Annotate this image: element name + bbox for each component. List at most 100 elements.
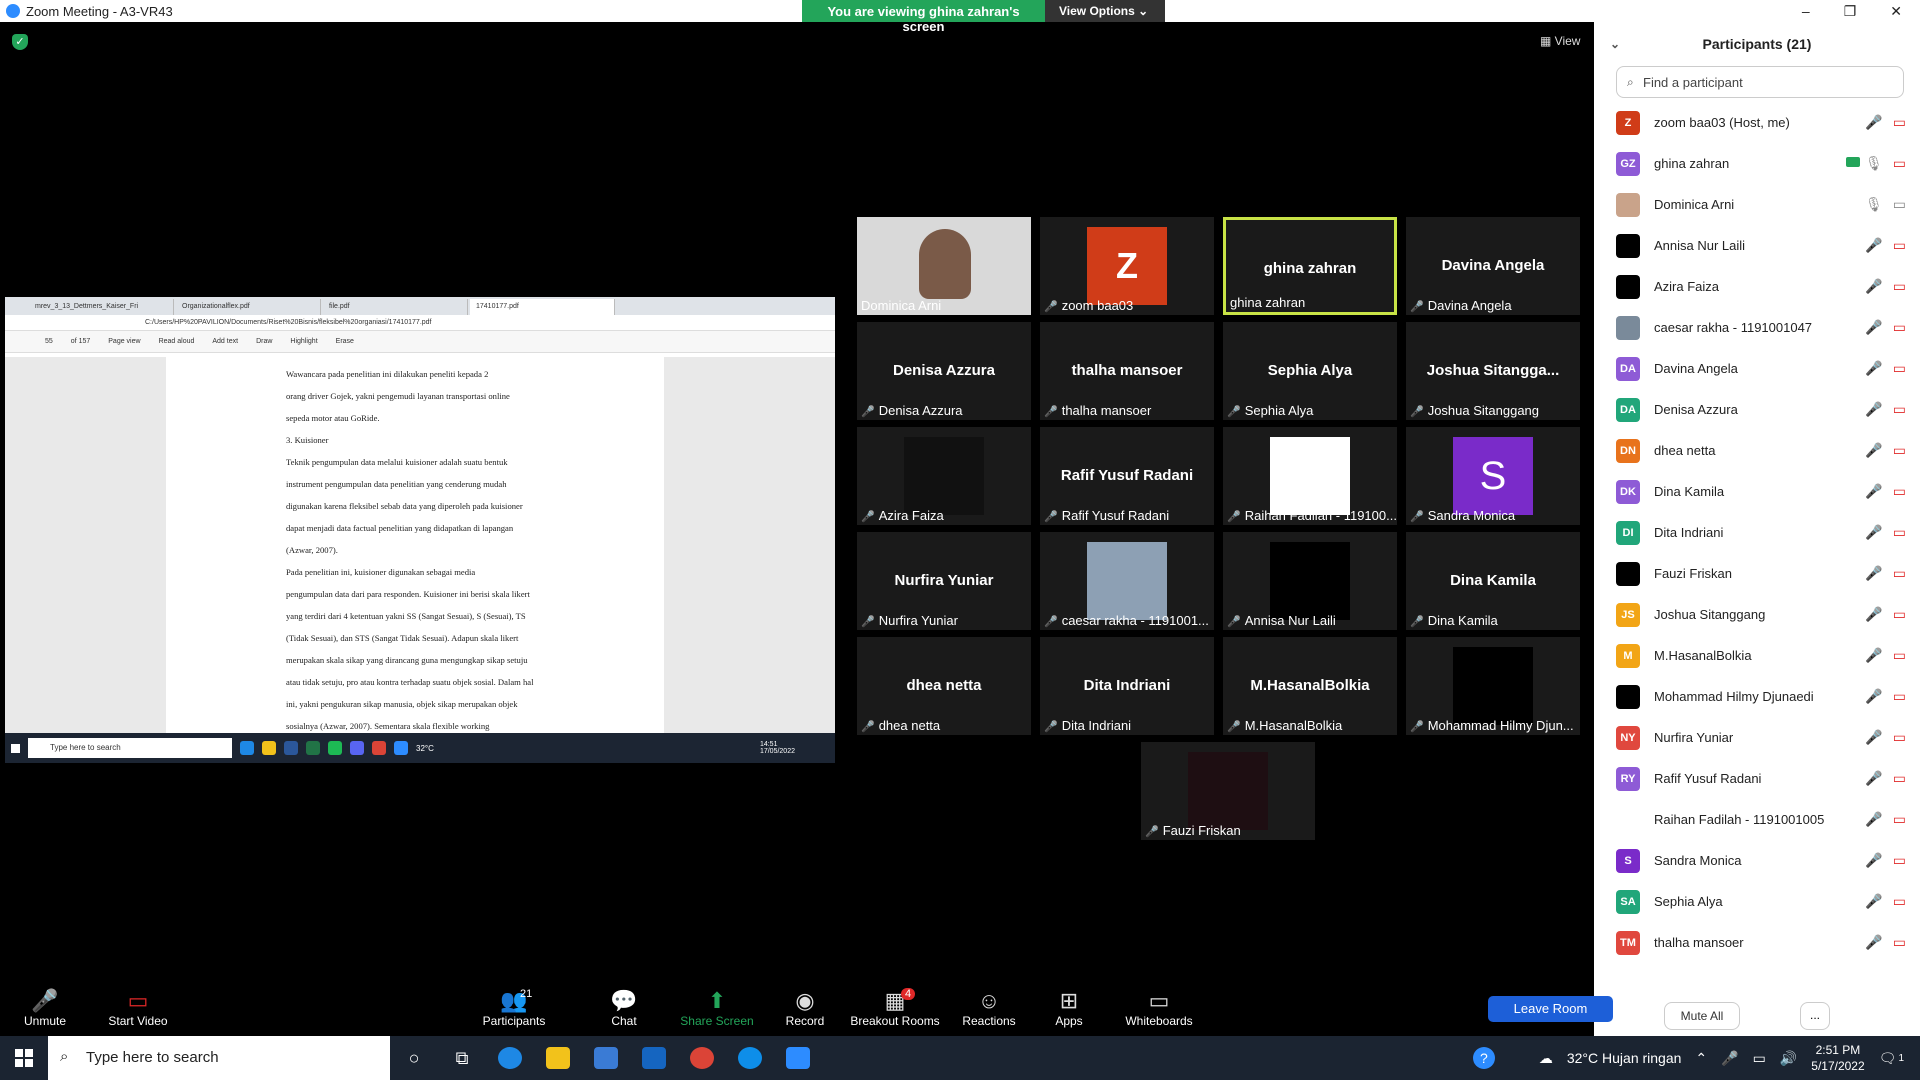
- weather-text[interactable]: 32°C Hujan ringan: [1567, 1050, 1682, 1066]
- participant-avatar: GZ: [1616, 151, 1640, 176]
- start-button[interactable]: [0, 1036, 48, 1080]
- participant-tile[interactable]: Nurfira Yuniar 🎤 Nurfira Yuniar: [857, 532, 1031, 630]
- participant-tile[interactable]: dhea netta 🎤 dhea netta: [857, 637, 1031, 735]
- chrome-app-icon[interactable]: [678, 1036, 726, 1080]
- tile-name: Sandra Monica: [1427, 508, 1516, 523]
- participant-tile[interactable]: 🎤 caesar rakha - 1191001...: [1040, 532, 1214, 630]
- muted-mic-icon: 🎤: [1865, 647, 1883, 663]
- participant-row[interactable]: JS Joshua Sitanggang 🎤 ▭: [1594, 594, 1920, 635]
- task-view-icon[interactable]: ⧉: [438, 1036, 486, 1080]
- participant-row[interactable]: Raihan Fadilah - 1191001005 🎤 ▭: [1594, 799, 1920, 840]
- minimize-button[interactable]: –: [1802, 3, 1810, 19]
- apps-button[interactable]: ⊞ Apps: [1019, 988, 1119, 1028]
- participant-row[interactable]: DK Dina Kamila 🎤 ▭: [1594, 471, 1920, 512]
- store-icon[interactable]: [582, 1036, 630, 1080]
- folder-icon: [262, 741, 276, 755]
- muted-mic-icon: 🎤: [1227, 616, 1241, 628]
- participant-row[interactable]: Zzoom baa03 (Host, me) 🎤 ▭: [1594, 102, 1920, 143]
- edge-app-icon[interactable]: [486, 1036, 534, 1080]
- participant-row[interactable]: GZ ghina zahran 🎙 ▭: [1594, 143, 1920, 184]
- tile-video-frame: [1270, 542, 1350, 620]
- participant-status-icons: 🎤 ▭: [1865, 401, 1906, 418]
- muted-mic-icon: 🎤: [1865, 565, 1883, 581]
- mute-all-button[interactable]: Mute All: [1664, 1002, 1740, 1030]
- participant-tile[interactable]: thalha mansoer 🎤 thalha mansoer: [1040, 322, 1214, 420]
- participant-tile[interactable]: Davina Angela 🎤 Davina Angela: [1406, 217, 1580, 315]
- participant-tile[interactable]: 🎤 Annisa Nur Laili: [1223, 532, 1397, 630]
- profile-photo: [1087, 542, 1167, 620]
- participant-row[interactable]: Fauzi Friskan 🎤 ▭: [1594, 553, 1920, 594]
- view-options-button[interactable]: View Options ⌄: [1045, 0, 1165, 22]
- participant-tile[interactable]: Rafif Yusuf Radani 🎤 Rafif Yusuf Radani: [1040, 427, 1214, 525]
- participant-tile[interactable]: Dita Indriani 🎤 Dita Indriani: [1040, 637, 1214, 735]
- participant-status-icons: 🎤 ▭: [1865, 852, 1906, 869]
- participant-tile[interactable]: Joshua Sitangga... 🎤 Joshua Sitanggang: [1406, 322, 1580, 420]
- weather-icon[interactable]: ☁: [1539, 1050, 1553, 1067]
- participant-row[interactable]: DA Davina Angela 🎤 ▭: [1594, 348, 1920, 389]
- participant-tile[interactable]: 🎤 Fauzi Friskan: [1141, 742, 1315, 840]
- unmute-button[interactable]: 🎤 Unmute: [0, 988, 95, 1028]
- start-video-button[interactable]: ▭ Start Video: [88, 988, 188, 1028]
- cortana-icon[interactable]: ○: [390, 1036, 438, 1080]
- collapse-chevron-icon[interactable]: ⌄: [1610, 37, 1620, 51]
- chat-button[interactable]: 💬 Chat: [574, 988, 674, 1028]
- taskbar-clock[interactable]: 2:51 PM 5/17/2022: [1811, 1042, 1864, 1074]
- participant-row[interactable]: Annisa Nur Laili 🎤 ▭: [1594, 225, 1920, 266]
- volume-icon[interactable]: 🔊: [1780, 1050, 1797, 1067]
- participant-row[interactable]: DI Dita Indriani 🎤 ▭: [1594, 512, 1920, 553]
- network-icon[interactable]: ▭: [1753, 1050, 1766, 1067]
- mail-icon[interactable]: [630, 1036, 678, 1080]
- participant-row[interactable]: TM thalha mansoer 🎤 ▭: [1594, 922, 1920, 963]
- notification-icon[interactable]: 🗨: [1879, 1050, 1897, 1067]
- view-button[interactable]: ▦ View: [1540, 34, 1580, 48]
- record-button[interactable]: ◉ Record: [755, 988, 855, 1028]
- participant-tile[interactable]: 🎤 Raihan Fadilah - 119100...: [1223, 427, 1397, 525]
- leave-room-button[interactable]: Leave Room: [1488, 996, 1613, 1022]
- participant-status-icons: 🎤 ▭: [1865, 811, 1906, 828]
- participant-row[interactable]: Azira Faiza 🎤 ▭: [1594, 266, 1920, 307]
- mic-tray-icon[interactable]: 🎤: [1721, 1050, 1738, 1067]
- participant-row[interactable]: SA Sephia Alya 🎤 ▭: [1594, 881, 1920, 922]
- participant-tile[interactable]: S 🎤 Sandra Monica: [1406, 427, 1580, 525]
- whiteboards-button[interactable]: ▭ Whiteboards: [1109, 988, 1209, 1028]
- participant-tile[interactable]: 🎤 Mohammad Hilmy Djun...: [1406, 637, 1580, 735]
- help-icon[interactable]: ?: [1472, 1047, 1495, 1069]
- participant-tile[interactable]: 🎤 Azira Faiza: [857, 427, 1031, 525]
- participant-row[interactable]: NY Nurfira Yuniar 🎤 ▭: [1594, 717, 1920, 758]
- participant-tile[interactable]: Z 🎤 zoom baa03: [1040, 217, 1214, 315]
- participant-tile[interactable]: ghina zahran ghina zahran: [1223, 217, 1397, 315]
- taskbar-search-box[interactable]: ⌕ Type here to search: [48, 1036, 390, 1080]
- zoom-window: Zoom Meeting - A3-VR43 You are viewing g…: [0, 0, 1920, 1080]
- share-screen-button[interactable]: ⬆ Share Screen: [667, 988, 767, 1028]
- participant-tile[interactable]: Denisa Azzura 🎤 Denisa Azzura: [857, 322, 1031, 420]
- maximize-button[interactable]: ❐: [1844, 3, 1857, 20]
- participant-row[interactable]: M M.HasanalBolkia 🎤 ▭: [1594, 635, 1920, 676]
- zoom-app-icon[interactable]: [774, 1036, 822, 1080]
- participants-button[interactable]: 21 👥 Participants: [464, 988, 564, 1028]
- participant-tile[interactable]: Dominica Arni: [857, 217, 1031, 315]
- more-options-button[interactable]: ...: [1800, 1002, 1830, 1030]
- participant-row[interactable]: caesar rakha - 1191001047 🎤 ▭: [1594, 307, 1920, 348]
- encryption-shield-icon[interactable]: ✓: [12, 34, 28, 50]
- participant-row[interactable]: S Sandra Monica 🎤 ▭: [1594, 840, 1920, 881]
- video-off-icon: ▭: [1892, 524, 1906, 540]
- breakout-rooms-button[interactable]: 4 ▦ Breakout Rooms: [845, 988, 945, 1028]
- participant-row[interactable]: DN dhea netta 🎤 ▭: [1594, 430, 1920, 471]
- participant-row[interactable]: RY Rafif Yusuf Radani 🎤 ▭: [1594, 758, 1920, 799]
- participant-search-input[interactable]: ⌕ Find a participant: [1616, 66, 1904, 98]
- file-explorer-icon[interactable]: [534, 1036, 582, 1080]
- remote-taskbar: Type here to search 32°C 14:51 17/05/202…: [5, 733, 835, 763]
- participant-tile[interactable]: M.HasanalBolkia 🎤 M.HasanalBolkia: [1223, 637, 1397, 735]
- close-button[interactable]: ✕: [1890, 3, 1902, 20]
- tray-chevron-icon[interactable]: ⌃: [1695, 1050, 1707, 1067]
- muted-mic-icon: 🎤: [1865, 237, 1883, 253]
- teamviewer-icon[interactable]: [726, 1036, 774, 1080]
- participant-tile[interactable]: Dina Kamila 🎤 Dina Kamila: [1406, 532, 1580, 630]
- participant-row[interactable]: DA Denisa Azzura 🎤 ▭: [1594, 389, 1920, 430]
- participant-row[interactable]: Dominica Arni 🎙 ▭: [1594, 184, 1920, 225]
- muted-mic-icon: 🎤: [861, 616, 875, 628]
- document-line: pengumpulan data dari para responden. Ku…: [286, 589, 530, 599]
- participant-row[interactable]: Mohammad Hilmy Djunaedi 🎤 ▭: [1594, 676, 1920, 717]
- participant-tile[interactable]: Sephia Alya 🎤 Sephia Alya: [1223, 322, 1397, 420]
- participant-avatar: [1616, 561, 1640, 586]
